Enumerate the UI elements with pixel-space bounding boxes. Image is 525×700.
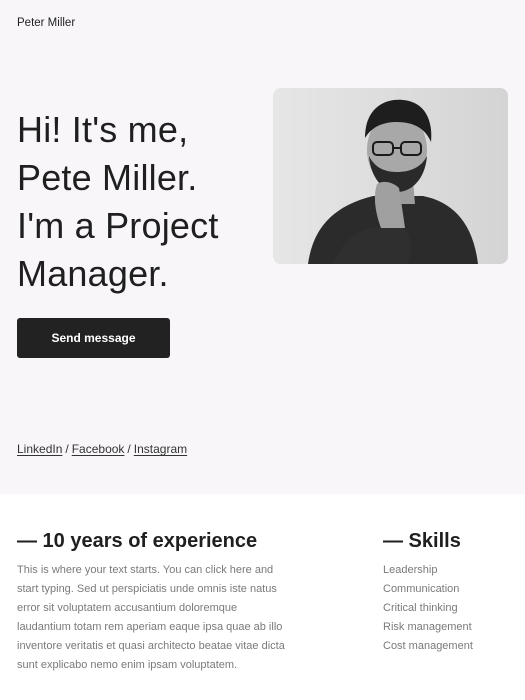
skill-item: Risk management: [383, 621, 472, 633]
skill-item: Cost management: [383, 640, 473, 652]
headline-line-2: Pete Miller.: [17, 157, 198, 198]
linkedin-link[interactable]: LinkedIn: [17, 442, 62, 456]
skill-item: Critical thinking: [383, 602, 458, 614]
headline-line-4: Manager.: [17, 253, 169, 294]
facebook-link[interactable]: Facebook: [72, 442, 125, 456]
skill-item: Communication: [383, 583, 460, 595]
send-message-button[interactable]: Send message: [17, 318, 170, 358]
experience-body: This is where your text starts. You can …: [17, 564, 285, 671]
hero-headline: Hi! It's me, Pete Miller. I'm a Project …: [17, 106, 267, 298]
profile-photo: [273, 88, 508, 264]
instagram-link[interactable]: Instagram: [134, 442, 187, 456]
site-name[interactable]: Peter Miller: [17, 17, 75, 29]
hero-section: Peter Miller Hi! It's me, Pete Miller. I…: [0, 0, 525, 494]
headline-line-3: I'm a Project: [17, 205, 219, 246]
social-links: LinkedIn / Facebook / Instagram: [17, 442, 187, 456]
experience-title: — 10 years of experience: [17, 530, 258, 552]
portrait-image: [273, 88, 508, 264]
skill-item: Leadership: [383, 564, 438, 576]
skills-title: — Skills: [383, 530, 461, 552]
separator: /: [127, 442, 131, 456]
headline-line-1: Hi! It's me,: [17, 109, 189, 150]
separator: /: [65, 442, 69, 456]
skills-list: Leadership Communication Critical thinki…: [383, 561, 473, 656]
